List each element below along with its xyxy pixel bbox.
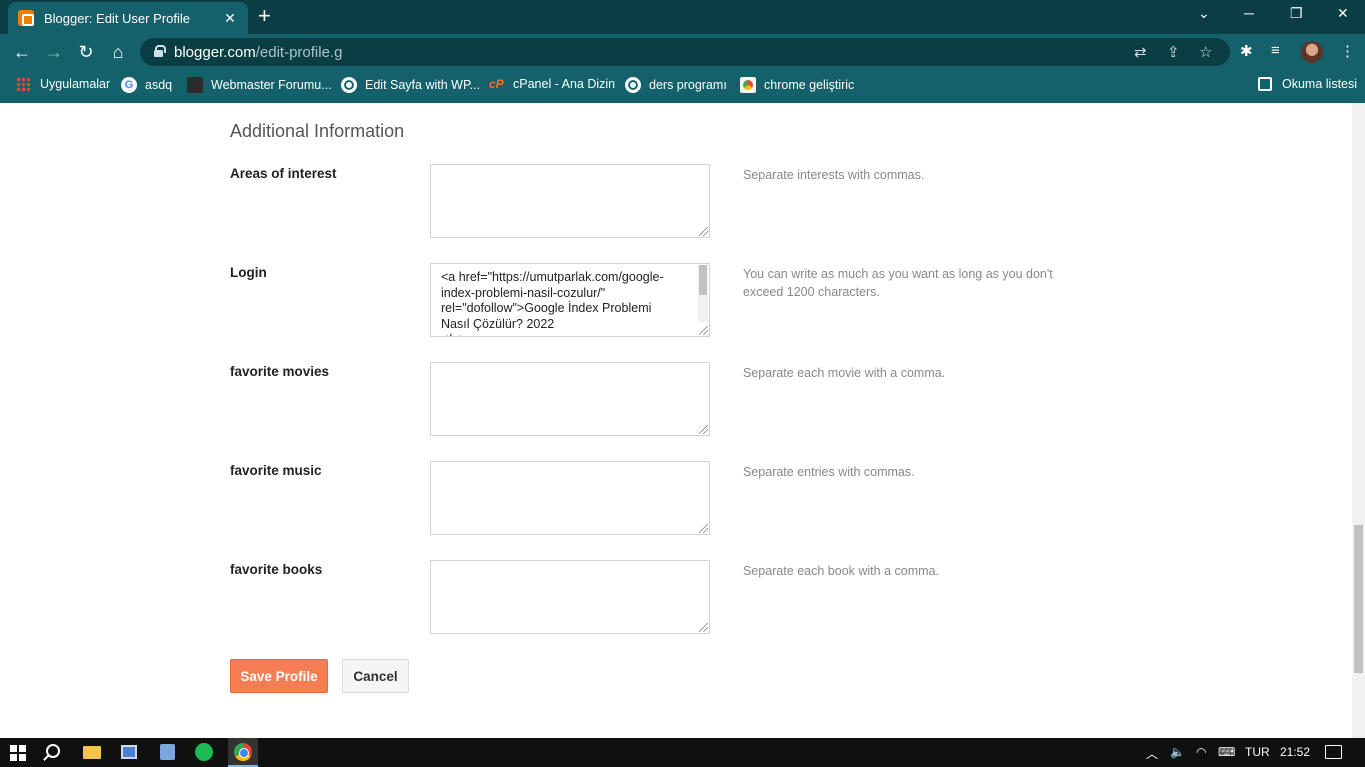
notification-icon[interactable]	[1325, 745, 1342, 759]
movies-label: favorite movies	[230, 364, 330, 379]
google-icon: G	[121, 77, 137, 93]
bookmark-edit-sayfa[interactable]: Edit Sayfa with WP...	[341, 77, 480, 93]
interests-textarea[interactable]	[431, 165, 709, 237]
page-scroll-thumb[interactable]	[1354, 525, 1363, 673]
cpanel-icon: cP	[489, 77, 504, 91]
tray-chevron-icon[interactable]: ︿	[1146, 745, 1158, 762]
login-textarea[interactable]: <a href="https://umutparlak.com/google-i…	[441, 270, 691, 336]
remote-desktop-icon[interactable]	[121, 745, 137, 759]
language-indicator[interactable]: TUR	[1245, 745, 1270, 759]
wifi-icon[interactable]: ◠	[1196, 745, 1206, 759]
browser-toolbar: ← → ↻ ⌂ blogger.com/edit-profile.g ⇄ ⇪ ☆…	[0, 34, 1365, 70]
close-window-icon[interactable]: ✕	[1337, 5, 1349, 22]
tab-search-chevron-icon[interactable]: ⌄	[1198, 5, 1210, 22]
url-text: blogger.com/edit-profile.g	[174, 44, 343, 61]
bookmark-chrome-gelistirici[interactable]: chrome geliştiric	[740, 77, 854, 93]
tab-blogger-edit-profile[interactable]: Blogger: Edit User Profile ✕	[8, 2, 248, 34]
file-explorer-icon[interactable]	[83, 746, 101, 759]
resize-handle[interactable]	[699, 227, 708, 236]
music-textarea[interactable]	[431, 462, 709, 534]
keyboard-icon[interactable]: ⌨	[1218, 745, 1235, 759]
spotify-icon[interactable]	[195, 743, 213, 761]
lock-icon[interactable]	[154, 45, 166, 57]
apps-grid-icon	[16, 77, 30, 91]
clock[interactable]: 21:52	[1280, 745, 1310, 759]
tab-close-icon[interactable]: ✕	[222, 10, 238, 27]
profile-avatar[interactable]	[1301, 41, 1323, 63]
tab-title: Blogger: Edit User Profile	[44, 10, 190, 26]
globe-icon	[625, 77, 641, 93]
menu-icon[interactable]: ⋮	[1340, 42, 1355, 60]
resize-handle[interactable]	[699, 425, 708, 434]
page-content: Additional Information Areas of interest…	[0, 103, 1352, 738]
interests-field[interactable]	[430, 164, 710, 238]
login-field[interactable]: <a href="https://umutparlak.com/google-i…	[430, 263, 710, 337]
bookmark-asdq[interactable]: G asdq	[121, 77, 172, 93]
bookmark-apps[interactable]: Uygulamalar	[16, 77, 110, 91]
music-field[interactable]	[430, 461, 710, 535]
back-icon[interactable]: ←	[12, 42, 32, 62]
music-hint: Separate entries with commas.	[743, 465, 915, 479]
movies-field[interactable]	[430, 362, 710, 436]
new-tab-button[interactable]: +	[258, 5, 271, 27]
login-label: Login	[230, 265, 267, 280]
books-label: favorite books	[230, 562, 323, 577]
chrome-web-store-icon	[740, 77, 756, 93]
search-icon[interactable]	[46, 744, 60, 758]
reading-list-icon	[1258, 77, 1272, 91]
volume-icon[interactable]: 🔈	[1170, 745, 1185, 759]
webmaster-icon	[187, 77, 203, 93]
reload-icon[interactable]: ↻	[76, 42, 96, 62]
forward-icon[interactable]: →	[44, 42, 64, 62]
books-hint: Separate each book with a comma.	[743, 564, 939, 578]
interests-hint: Separate interests with commas.	[743, 168, 925, 182]
bookmarks-bar: Uygulamalar G asdq Webmaster Forumu... E…	[0, 70, 1365, 103]
resize-handle[interactable]	[699, 326, 708, 335]
section-title: Additional Information	[230, 121, 405, 141]
reading-list-button[interactable]: Okuma listesi	[1258, 77, 1357, 91]
login-hint: You can write as much as you want as lon…	[743, 267, 1053, 299]
globe-icon	[341, 77, 357, 93]
bookmark-ders-programi[interactable]: ders programı	[625, 77, 727, 93]
books-textarea[interactable]	[431, 561, 709, 633]
home-icon[interactable]: ⌂	[108, 42, 128, 62]
bookmark-webmaster-forumu[interactable]: Webmaster Forumu...	[187, 77, 332, 93]
page-scrollbar[interactable]	[1352, 103, 1365, 738]
books-field[interactable]	[430, 560, 710, 634]
cancel-button[interactable]: Cancel	[342, 659, 409, 693]
save-profile-button[interactable]: Save Profile	[230, 659, 328, 693]
media-control-icon[interactable]: ≡	[1271, 42, 1280, 59]
restore-icon[interactable]: ❐	[1290, 5, 1303, 22]
resize-handle[interactable]	[699, 524, 708, 533]
windows-taskbar: ︿ 🔈 ◠ ⌨ TUR 21:52	[0, 738, 1365, 767]
chrome-taskbar-icon[interactable]	[228, 738, 258, 767]
login-field-scrollbar[interactable]	[698, 265, 708, 322]
translate-icon[interactable]: ⇄	[1134, 43, 1147, 61]
movies-textarea[interactable]	[431, 363, 709, 435]
login-field-scroll-thumb[interactable]	[699, 265, 707, 295]
interests-label: Areas of interest	[230, 166, 337, 181]
share-icon[interactable]: ⇪	[1167, 43, 1180, 61]
address-bar[interactable]: blogger.com/edit-profile.g ⇄ ⇪ ☆	[140, 38, 1230, 66]
extensions-icon[interactable]: ✱	[1240, 42, 1253, 60]
windows-start-icon[interactable]	[10, 745, 26, 761]
music-label: favorite music	[230, 463, 322, 478]
title-bar: Blogger: Edit User Profile ✕ + ⌄ ─ ❐ ✕	[0, 0, 1365, 34]
minimize-icon[interactable]: ─	[1244, 5, 1254, 21]
blogger-icon	[18, 10, 34, 26]
resize-handle[interactable]	[699, 623, 708, 632]
movies-hint: Separate each movie with a comma.	[743, 366, 946, 380]
bookmark-star-icon[interactable]: ☆	[1199, 43, 1212, 61]
notepad-icon[interactable]	[160, 744, 175, 760]
bookmark-cpanel[interactable]: cP cPanel - Ana Dizin	[489, 77, 615, 91]
